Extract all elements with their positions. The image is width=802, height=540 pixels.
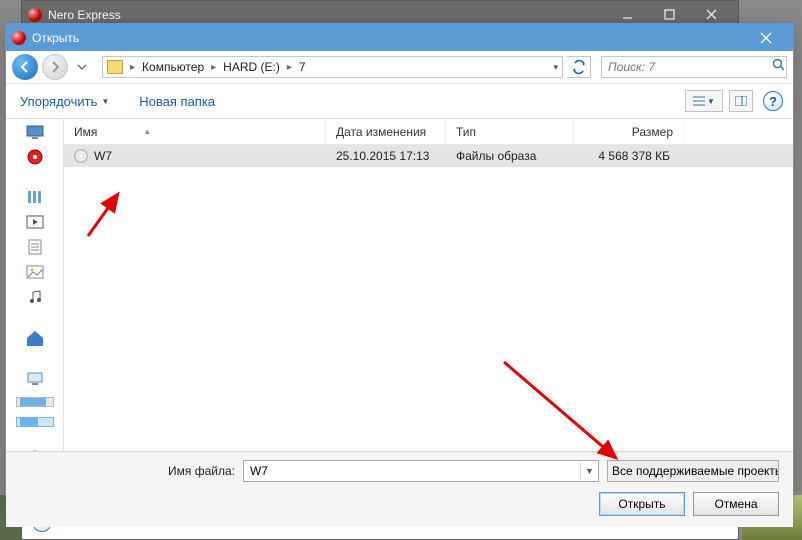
search-input[interactable] (602, 60, 771, 74)
column-size-label: Размер (632, 125, 673, 139)
list-icon (693, 96, 705, 106)
dialog-close-button[interactable] (745, 24, 787, 51)
pictures-icon[interactable] (25, 265, 45, 279)
breadcrumb-drive[interactable]: HARD (E:) (221, 60, 282, 74)
new-folder-label: Новая папка (139, 94, 215, 109)
chevron-down-icon[interactable]: ▼ (580, 461, 598, 481)
file-open-dialog: Открыть ▸ Компьютер ▸ HARD (E:) ▸ 7 ▾ (5, 23, 794, 497)
file-list[interactable]: Имя ▲ Дата изменения Тип Размер W7 25.10… (64, 119, 793, 451)
file-filter-label: Все поддерживаемые проекты (612, 464, 779, 478)
search-box[interactable] (601, 56, 787, 78)
computer-icon[interactable] (25, 371, 45, 387)
help-button[interactable]: ? (763, 91, 783, 111)
dialog-footer: Имя файла: ▼ Все поддерживаемые проекты … (6, 451, 793, 527)
file-row[interactable]: W7 25.10.2015 17:13 Файлы образа 4 568 3… (64, 145, 793, 167)
libraries-icon[interactable] (25, 189, 45, 205)
column-name-label: Имя (74, 125, 97, 139)
organize-menu[interactable]: Упорядочить ▼ (16, 92, 113, 111)
nero-drive-icon[interactable] (25, 149, 45, 165)
drive-c-icon[interactable] (16, 397, 54, 407)
file-type: Файлы образа (446, 149, 574, 163)
column-header-row: Имя ▲ Дата изменения Тип Размер (64, 119, 793, 145)
desktop-icon[interactable] (25, 125, 45, 139)
column-type[interactable]: Тип (446, 119, 574, 144)
file-name: W7 (94, 149, 112, 163)
folder-icon (107, 60, 123, 74)
cancel-button[interactable]: Отмена (693, 492, 779, 516)
dialog-app-icon (12, 31, 26, 45)
chevron-down-icon: ▼ (101, 97, 109, 106)
videos-icon[interactable] (25, 215, 45, 229)
new-folder-button[interactable]: Новая папка (135, 92, 219, 111)
chevron-down-icon: ▼ (707, 97, 715, 106)
main-area: Имя ▲ Дата изменения Тип Размер W7 25.10… (6, 119, 793, 451)
dialog-titlebar[interactable]: Открыть (6, 24, 793, 51)
file-filter-combo[interactable]: Все поддерживаемые проекты ▼ (607, 460, 779, 482)
organize-label: Упорядочить (20, 94, 97, 109)
nav-forward-button[interactable] (42, 54, 68, 80)
music-icon[interactable] (25, 289, 45, 305)
disc-image-icon (74, 149, 88, 163)
column-size[interactable]: Размер (574, 119, 684, 144)
open-button-label: Открыть (618, 497, 665, 511)
sort-asc-icon: ▲ (143, 127, 151, 136)
breadcrumb-dropdown[interactable]: ▾ (553, 62, 558, 73)
preview-pane-button[interactable] (729, 90, 753, 112)
file-size: 4 568 378 КБ (574, 149, 684, 163)
chevron-right-icon[interactable]: ▸ (125, 62, 140, 73)
refresh-button[interactable] (567, 56, 591, 78)
file-date: 25.10.2015 17:13 (326, 149, 446, 163)
breadcrumb-root[interactable]: Компьютер (140, 60, 206, 74)
drive-e-icon[interactable] (16, 417, 54, 427)
nero-app-icon (28, 8, 42, 22)
nero-title: Nero Express (48, 8, 121, 22)
nav-sidebar[interactable] (6, 119, 64, 451)
documents-icon[interactable] (25, 239, 45, 255)
breadcrumb-folder[interactable]: 7 (297, 60, 308, 74)
column-date[interactable]: Дата изменения (326, 119, 446, 144)
homegroup-icon[interactable] (25, 329, 45, 347)
chevron-right-icon[interactable]: ▸ (282, 62, 297, 73)
column-name[interactable]: Имя ▲ (64, 119, 326, 144)
column-date-label: Дата изменения (336, 125, 426, 139)
nav-recent-dropdown[interactable] (72, 55, 92, 79)
filename-combo[interactable]: ▼ (243, 460, 599, 482)
column-type-label: Тип (456, 125, 476, 139)
cancel-button-label: Отмена (714, 497, 757, 511)
search-icon[interactable] (771, 58, 786, 76)
breadcrumb[interactable]: ▸ Компьютер ▸ HARD (E:) ▸ 7 ▾ (102, 56, 563, 78)
pane-icon (735, 96, 747, 106)
open-button[interactable]: Открыть (599, 492, 685, 516)
nav-row: ▸ Компьютер ▸ HARD (E:) ▸ 7 ▾ (6, 51, 793, 84)
nav-back-button[interactable] (12, 54, 38, 80)
filename-input[interactable] (244, 464, 580, 478)
filename-label: Имя файла: (168, 464, 235, 478)
toolbar: Упорядочить ▼ Новая папка ▼ ? (6, 84, 793, 119)
dialog-title: Открыть (32, 31, 79, 45)
view-mode-button[interactable]: ▼ (685, 90, 723, 112)
chevron-right-icon[interactable]: ▸ (206, 62, 221, 73)
